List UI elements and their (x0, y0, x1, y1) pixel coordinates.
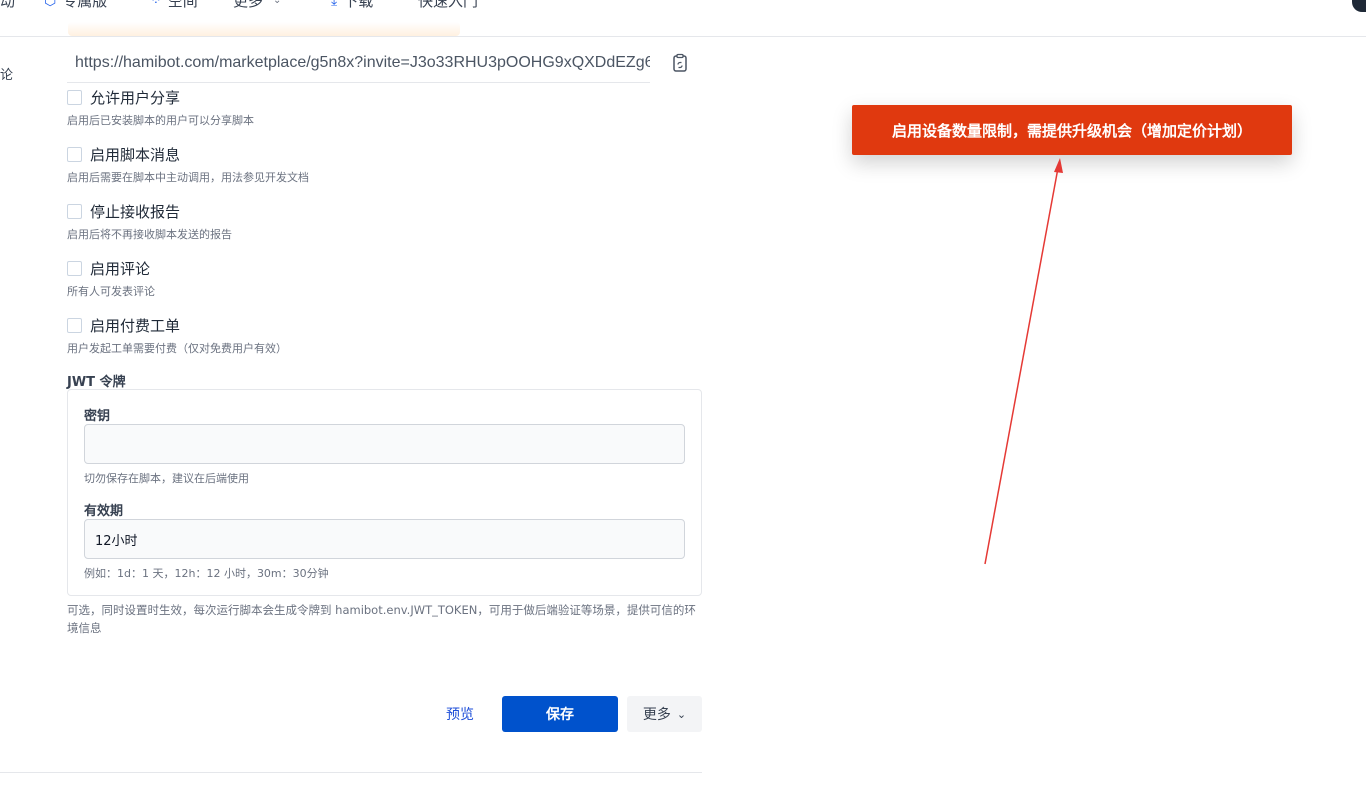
share-url-text: https://hamibot.com/marketplace/g5n8x?in… (75, 54, 650, 71)
nav-item-space[interactable]: ⁘ 空间 (150, 0, 198, 11)
option-label: 启用评论 (90, 260, 151, 278)
grid-icon: ⁘ (150, 0, 162, 9)
nav-item-label: 专属版 (62, 0, 108, 10)
option-desc: 启用后需要在脚本中主动调用，用法参见开发文档 (67, 171, 309, 184)
nav-item-exclusive[interactable]: ⬡ 专属版 (44, 0, 107, 11)
nav-item-more[interactable]: 更多 ⌄ (233, 0, 281, 11)
jwt-panel: 密钥 切勿保存在脚本，建议在后端使用 有效期 例如：1d：1 天，12h：12 … (67, 389, 702, 596)
nav-item-label: 快速入门 (418, 0, 479, 10)
paid-tickets-checkbox[interactable] (67, 318, 82, 333)
more-button-label: 更多 (642, 707, 671, 723)
option-desc: 用户发起工单需要付费（仅对免费用户有效） (67, 342, 287, 355)
expiry-input[interactable] (84, 519, 685, 559)
top-nav: 动 ⬡ 专属版 ⁘ 空间 更多 ⌄ ⤓ 下载 快速入门 (0, 0, 1366, 37)
hexagon-icon: ⬡ (44, 0, 57, 9)
copy-link-icon[interactable] (670, 53, 690, 73)
highlight-bar (68, 22, 460, 36)
option-comments: 启用评论 所有人可发表评论 (67, 258, 155, 299)
expiry-help: 例如：1d：1 天，12h：12 小时，30m：30分钟 (84, 567, 329, 580)
nav-item-label: 动 (0, 0, 16, 10)
annotation-callout: 启用设备数量限制，需提供升级机会（增加定价计划） (852, 105, 1292, 155)
nav-item-label: 下载 (343, 0, 374, 10)
download-icon: ⤓ (331, 0, 338, 9)
option-paid-tickets: 启用付费工单 用户发起工单需要付费（仅对免费用户有效） (67, 315, 287, 356)
secret-input[interactable] (84, 424, 685, 464)
sidebar-item-label[interactable]: 论 (0, 64, 13, 83)
option-label: 允许用户分享 (90, 89, 181, 107)
option-desc: 所有人可发表评论 (67, 285, 155, 298)
option-desc: 启用后将不再接收脚本发送的报告 (67, 228, 232, 241)
option-label: 启用付费工单 (90, 317, 181, 335)
avatar[interactable] (1352, 0, 1366, 12)
stop-reports-checkbox[interactable] (67, 204, 82, 219)
option-stop-reports: 停止接收报告 启用后将不再接收脚本发送的报告 (67, 201, 232, 242)
save-button[interactable]: 保存 (502, 696, 618, 732)
option-label: 启用脚本消息 (90, 146, 181, 164)
option-allow-share: 允许用户分享 启用后已安装脚本的用户可以分享脚本 (67, 87, 254, 128)
share-url-field[interactable]: https://hamibot.com/marketplace/g5n8x?in… (67, 44, 650, 83)
more-button[interactable]: 更多 ⌄ (627, 696, 702, 732)
chevron-down-icon: ⌄ (676, 707, 687, 721)
option-label: 停止接收报告 (90, 203, 181, 221)
nav-item-label: 更多 (233, 0, 264, 10)
option-script-messages: 启用脚本消息 启用后需要在脚本中主动调用，用法参见开发文档 (67, 144, 309, 185)
secret-help: 切勿保存在脚本，建议在后端使用 (84, 472, 249, 485)
option-desc: 启用后已安装脚本的用户可以分享脚本 (67, 114, 254, 127)
script-messages-checkbox[interactable] (67, 147, 82, 162)
preview-button[interactable]: 预览 (432, 696, 488, 732)
secret-label: 密钥 (84, 409, 111, 424)
chevron-down-icon: ⌄ (273, 0, 282, 6)
expiry-label: 有效期 (84, 504, 124, 519)
nav-item-download[interactable]: ⤓ 下载 (331, 0, 373, 11)
divider (0, 772, 702, 773)
nav-item-0[interactable]: 动 (0, 0, 15, 11)
allow-share-checkbox[interactable] (67, 90, 82, 105)
nav-item-label: 空间 (167, 0, 198, 10)
jwt-note: 可选，同时设置时生效，每次运行脚本会生成令牌到 hamibot.env.JWT_… (67, 603, 696, 635)
nav-item-quickstart[interactable]: 快速入门 (418, 0, 478, 11)
jwt-section-title: JWT 令牌 (67, 375, 126, 390)
comments-checkbox[interactable] (67, 261, 82, 276)
